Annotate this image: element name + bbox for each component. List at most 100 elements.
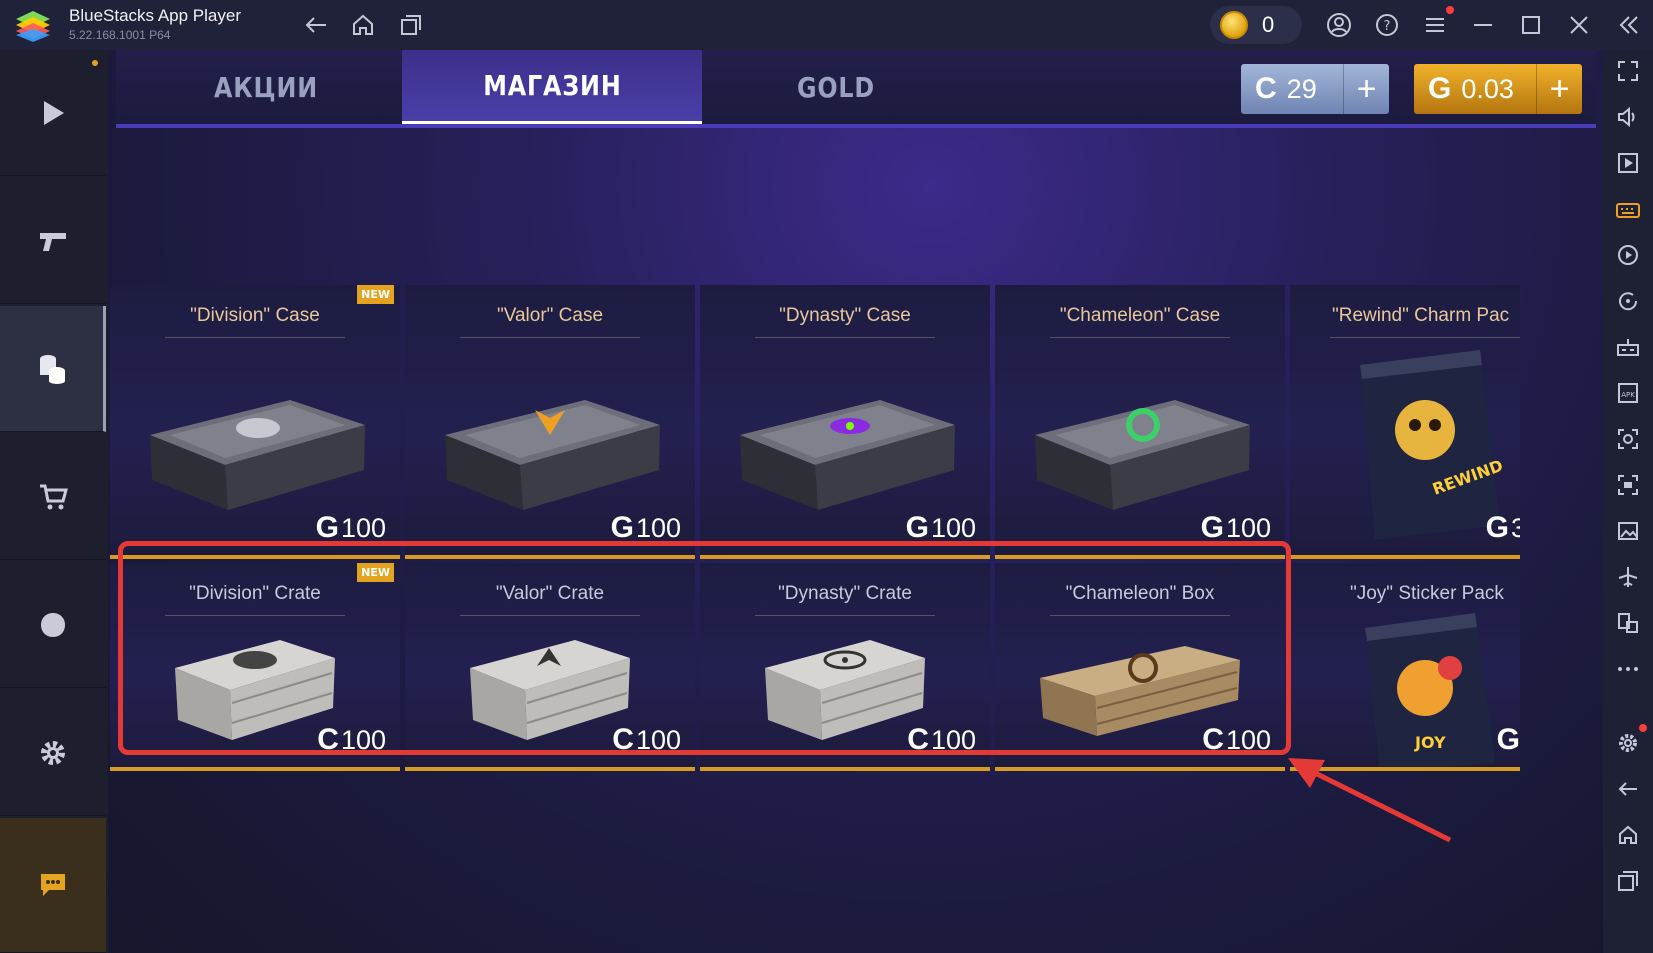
title-bar: BlueStacks App Player 5.22.168.1001 P64 … [0,0,1653,50]
home-nav-icon[interactable] [1615,822,1641,848]
settings-icon[interactable] [1615,730,1641,756]
metal-case-image [150,400,365,510]
record-icon[interactable] [1615,472,1641,498]
item-card-valor-case[interactable]: "Valor" Case G 100 [405,285,695,559]
home-icon[interactable] [348,10,378,40]
settings-notification-dot [1639,724,1647,732]
app-title: BlueStacks App Player [69,6,241,25]
item-price: G 100 [610,511,681,544]
item-card-chameleon-case[interactable]: "Chameleon" Case G 100 [995,285,1285,559]
screenshot-icon[interactable] [1615,426,1641,452]
keyboard-icon[interactable] [1615,196,1641,222]
item-price: G 100 [905,511,976,544]
tab-promotions[interactable]: АКЦИИ [139,50,394,124]
item-card-rewind-charm-pack[interactable]: "Rewind" Charm Pac REWIND G3 [1290,285,1520,559]
back-icon[interactable] [301,10,331,40]
gold-amount: 0.03 [1461,73,1514,104]
more-icon[interactable] [1615,656,1641,682]
sidebar-item-chat[interactable] [0,818,106,953]
item-name: "Valor" Crate [495,583,605,604]
left-sidebar [0,50,108,953]
item-name: "Division" Case [190,305,320,326]
item-card-valor-crate[interactable]: "Valor" Crate C 100 [405,563,695,771]
new-badge: NEW [357,285,394,304]
gallery-icon[interactable] [1615,518,1641,544]
maximize-icon[interactable] [1516,10,1546,40]
wooden-crate-image [765,640,925,740]
help-icon[interactable]: ? [1372,10,1402,40]
item-name: "Dynasty" Crate [778,583,912,604]
item-name: "Chameleon" Case [1059,305,1221,326]
sidebar-item-shop[interactable] [0,306,106,432]
close-icon[interactable] [1564,10,1594,40]
silver-currency[interactable]: C 29 + [1241,64,1389,114]
rotate-icon[interactable] [1615,288,1641,314]
fullscreen-icon[interactable] [1615,58,1641,84]
coin-count: 0 [1262,12,1275,37]
bluestacks-logo [16,11,50,42]
svg-text:APK: APK [1621,391,1635,399]
sidebar-item-play[interactable] [0,50,106,176]
add-gold-button[interactable]: + [1536,64,1582,114]
item-price: G 100 [1200,511,1271,544]
apk-icon[interactable]: APK [1615,380,1641,406]
tab-gold[interactable]: GOLD [709,50,964,124]
item-name: "Dynasty" Case [779,305,911,326]
item-card-joy-sticker-pack[interactable]: "Joy" Sticker Pack JOY G [1290,563,1520,771]
play-icon [44,100,64,125]
silver-coin-icon: C [1255,72,1277,105]
game-controls-icon[interactable] [1615,334,1641,360]
wooden-crate-image [470,640,630,740]
volume-icon[interactable] [1615,104,1641,130]
item-card-dynasty-case[interactable]: "Dynasty" Case G 100 [700,285,990,559]
menu-icon[interactable] [1420,10,1450,40]
coins-display[interactable]: 0 [1210,6,1302,44]
item-card-chameleon-box[interactable]: "Chameleon" Box C 100 [995,563,1285,771]
item-price: C 100 [612,723,681,756]
item-name: "Rewind" Charm Pac [1332,305,1510,326]
notification-dot [1446,6,1454,14]
item-price: G [1496,723,1520,756]
sidebar-item-cart[interactable] [0,434,106,560]
svg-text:JOY: JOY [1414,733,1446,752]
back-nav-icon[interactable] [1615,776,1641,802]
tab-shop[interactable]: МАГАЗИН [402,50,702,124]
add-silver-button[interactable]: + [1343,64,1389,114]
account-icon[interactable] [1324,10,1354,40]
sidebar-item-weapons[interactable] [0,178,106,304]
metal-case-image [1035,400,1250,510]
gold-coin-icon: G [1428,72,1452,105]
item-name: "Chameleon" Box [1065,583,1215,604]
recent-apps-icon[interactable] [1615,868,1641,894]
right-sidebar: APK [1603,50,1653,953]
coins-icon [39,354,65,384]
silver-amount: 29 [1286,73,1317,104]
item-name: "Joy" Sticker Pack [1350,583,1504,604]
airplane-icon[interactable] [1615,564,1641,590]
sidebar-item-settings[interactable] [0,690,106,816]
item-card-dynasty-crate[interactable]: "Dynasty" Crate C 100 [700,563,990,771]
metal-case-image [740,400,955,510]
item-price: C 100 [317,723,386,756]
item-name: "Division" Crate [189,583,321,604]
collapse-sidebar-icon[interactable] [1614,10,1644,40]
game-screen: АКЦИИ МАГАЗИН GOLD C 29 + G 0.03 + NEW "Di… [108,50,1603,953]
item-price: C 100 [907,723,976,756]
minimize-icon[interactable] [1468,10,1498,40]
item-card-division-case[interactable]: NEW "Division" Case G 100 [110,285,400,559]
clan-icon [41,612,65,637]
chat-icon [41,874,65,896]
multi-window-icon[interactable] [1615,610,1641,636]
item-card-division-crate[interactable]: NEW "Division" Crate C 100 [110,563,400,771]
wooden-crate-image [175,640,335,740]
item-price: G3 [1485,511,1520,544]
media-icon[interactable] [1615,150,1641,176]
cart-icon [40,484,68,509]
item-price: G 100 [315,511,386,544]
coin-icon [1220,11,1248,39]
macro-icon[interactable] [1615,242,1641,268]
gold-currency[interactable]: G 0.03 + [1414,64,1582,114]
settings-gear-icon [41,740,65,765]
multi-instance-icon[interactable] [396,10,426,40]
sidebar-item-clan[interactable] [0,562,106,688]
